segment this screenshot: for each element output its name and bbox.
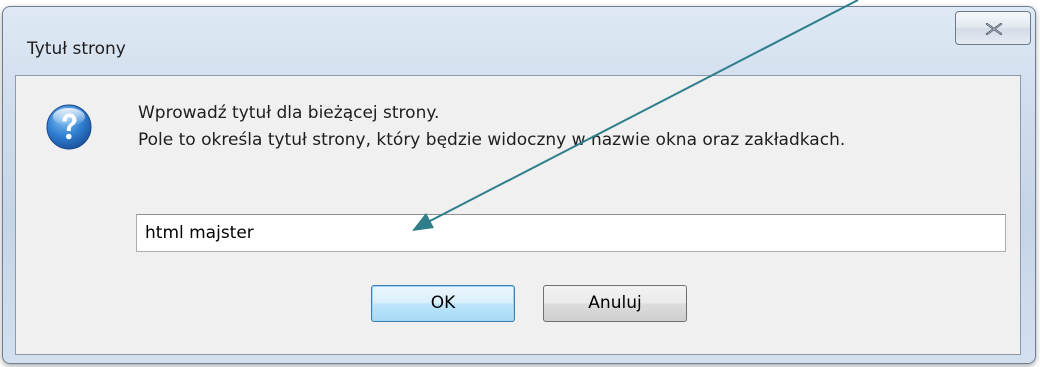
screen: Tytuł strony Wprowadź tytuł dla bieżącej…: [0, 0, 1040, 367]
dialog-title: Tytuł strony: [27, 39, 126, 59]
close-button[interactable]: [955, 11, 1031, 45]
page-title-input[interactable]: [136, 214, 1006, 252]
dialog-body: Wprowadź tytuł dla bieżącej strony. Pole…: [15, 75, 1021, 355]
close-icon: [985, 23, 1003, 35]
message-line-1: Wprowadź tytuł dla bieżącej strony.: [138, 103, 440, 123]
dialog-window: Tytuł strony Wprowadź tytuł dla bieżącej…: [2, 6, 1036, 364]
ok-button[interactable]: OK: [371, 285, 515, 322]
title-bar[interactable]: Tytuł strony: [3, 7, 1035, 79]
message-line-2: Pole to określa tytuł strony, który będz…: [138, 130, 846, 150]
question-icon: [46, 104, 92, 150]
cancel-button[interactable]: Anuluj: [543, 285, 687, 322]
dialog-message: Wprowadź tytuł dla bieżącej strony. Pole…: [138, 100, 845, 154]
